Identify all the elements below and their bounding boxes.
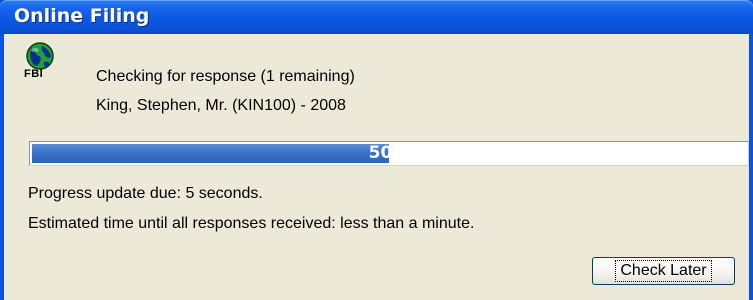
dialog-body: FBI Checking for response (1 remaining) … — [4, 34, 749, 300]
online-filing-dialog: Online Filing FBI Checking for response … — [0, 0, 753, 300]
progress-update-text: Progress update due: 5 seconds. — [28, 185, 263, 202]
progress-percent-label: 50% — [368, 143, 410, 163]
check-later-button[interactable]: Check Later — [592, 257, 735, 285]
progress-bar: 50% — [29, 141, 749, 166]
title-bar[interactable]: Online Filing — [0, 0, 753, 34]
check-later-button-label: Check Later — [615, 260, 712, 282]
checking-status-text: Checking for response (1 remaining) — [96, 68, 355, 85]
icon-caption: FBI — [24, 68, 44, 80]
client-name-text: King, Stephen, Mr. (KIN100) - 2008 — [96, 97, 346, 114]
window-title: Online Filing — [14, 5, 150, 27]
estimated-time-text: Estimated time until all responses recei… — [28, 215, 475, 232]
globe-icon: FBI — [20, 40, 60, 100]
